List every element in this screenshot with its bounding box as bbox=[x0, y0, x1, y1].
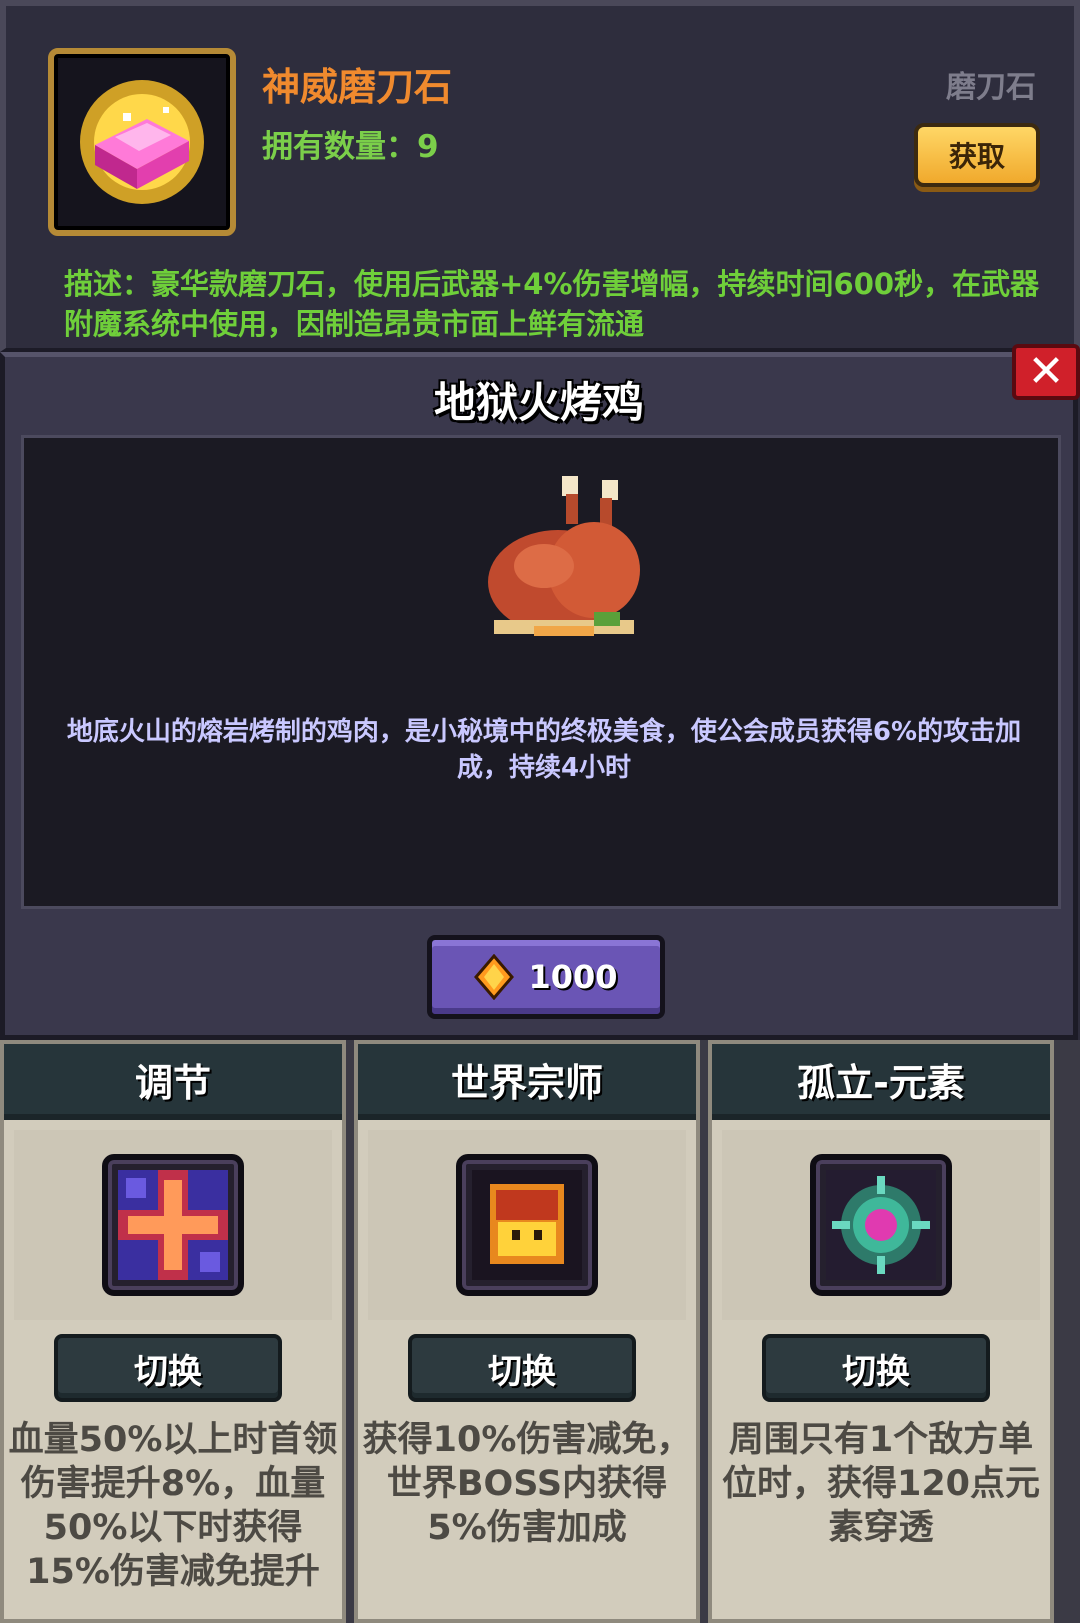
buy-button[interactable]: 1000 bbox=[427, 935, 665, 1019]
owned-count: 9 bbox=[417, 129, 439, 165]
talent-card-world-master: 世界宗师 切换 获得10%伤害减免，世界BOSS内获得5%伤害加成 bbox=[354, 1040, 700, 1623]
switch-button[interactable]: 切换 bbox=[762, 1334, 990, 1402]
card-icon-area bbox=[722, 1130, 1040, 1320]
element-orb-icon bbox=[810, 1154, 952, 1296]
owned-count-row: 拥有数量：9 bbox=[262, 121, 439, 166]
talent-card-adjust: 调节 切换 血量50%以上时首领伤害提升8%，血量50%以下时获得15%伤害减免… bbox=[0, 1040, 346, 1623]
card-title: 孤立-元素 bbox=[712, 1044, 1050, 1120]
card-title: 调节 bbox=[4, 1044, 342, 1120]
talent-cards: 调节 切换 血量50%以上时首领伤害提升8%，血量50%以下时获得15%伤害减免… bbox=[0, 1040, 1080, 1623]
get-button[interactable]: 获取 bbox=[914, 123, 1040, 187]
card-icon-area bbox=[368, 1130, 686, 1320]
item-icon-frame bbox=[48, 48, 236, 236]
card-description: 血量50%以上时首领伤害提升8%，血量50%以下时获得15%伤害减免提升 bbox=[8, 1420, 338, 1592]
item-description: 描述：豪华款磨刀石，使用后武器+4%伤害增幅，持续时间600秒，在武器附魔系统中… bbox=[64, 267, 1040, 341]
cross-rune-icon bbox=[102, 1154, 244, 1296]
item-category: 磨刀石 bbox=[946, 70, 1036, 105]
owned-label: 拥有数量： bbox=[262, 129, 417, 165]
food-description: 地底火山的熔岩烤制的鸡肉，是小秘境中的终极美食，使公会成员获得6%的攻击加成，持… bbox=[66, 717, 1022, 783]
pink-whetstone-icon bbox=[80, 80, 204, 204]
golden-helmet-icon bbox=[456, 1154, 598, 1296]
dialog-content: 地底火山的熔岩烤制的鸡肉，是小秘境中的终极美食，使公会成员获得6%的攻击加成，持… bbox=[21, 435, 1061, 909]
dialog-title: 地狱火烤鸡 bbox=[433, 378, 644, 427]
card-icon-area bbox=[14, 1130, 332, 1320]
card-title: 世界宗师 bbox=[358, 1044, 696, 1120]
talent-card-isolated-element: 孤立-元素 切换 周围只有1个敌方单位时，获得120点元素穿透 bbox=[708, 1040, 1054, 1623]
switch-button[interactable]: 切换 bbox=[54, 1334, 282, 1402]
price-value: 1000 bbox=[528, 958, 618, 996]
fire-gem-icon bbox=[474, 954, 515, 1000]
switch-button[interactable]: 切换 bbox=[408, 1334, 636, 1402]
roast-chicken-icon bbox=[488, 476, 640, 636]
card-description: 周围只有1个敌方单位时，获得120点元素穿透 bbox=[721, 1420, 1041, 1548]
item-name: 神威磨刀石 bbox=[262, 65, 453, 109]
food-dialog: 地狱火烤鸡 地底火山的熔岩烤制的鸡肉，是小秘境中的终极美食，使公会成员获得6%的… bbox=[0, 352, 1078, 1040]
card-description: 获得10%伤害减免，世界BOSS内获得5%伤害加成 bbox=[362, 1420, 692, 1548]
item-info-panel: 神威磨刀石 拥有数量：9 磨刀石 获取 描述：豪华款磨刀石，使用后武器+4%伤害… bbox=[0, 0, 1080, 352]
close-icon[interactable]: ✕ bbox=[1012, 344, 1080, 400]
